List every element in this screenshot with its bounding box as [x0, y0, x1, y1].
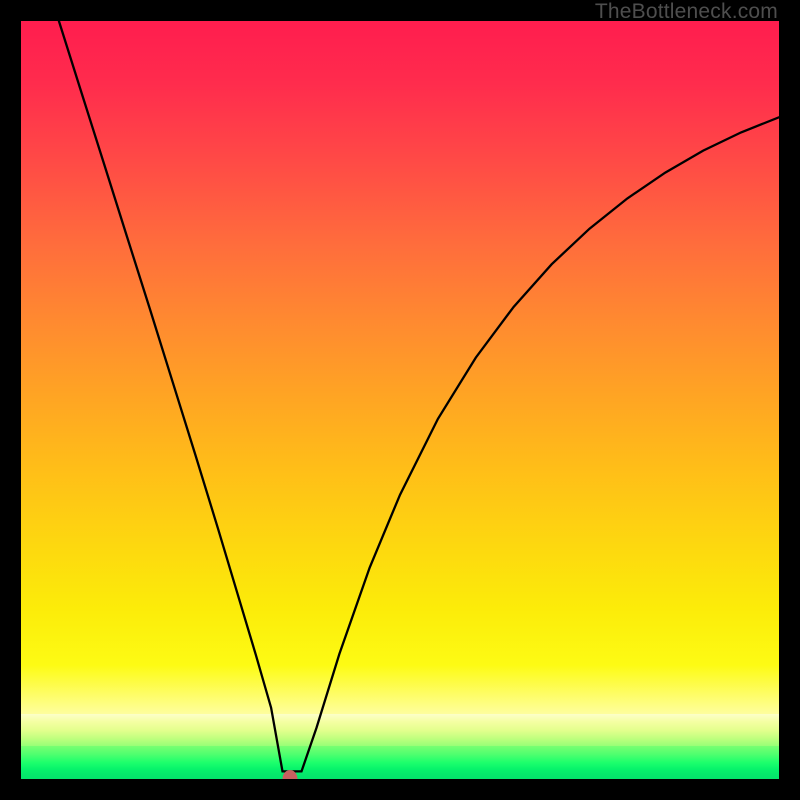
plot-area — [21, 21, 779, 779]
bottleneck-curve — [59, 21, 779, 771]
chart-container: TheBottleneck.com — [0, 0, 800, 800]
curve-svg — [21, 21, 779, 779]
watermark-text: TheBottleneck.com — [595, 0, 778, 24]
